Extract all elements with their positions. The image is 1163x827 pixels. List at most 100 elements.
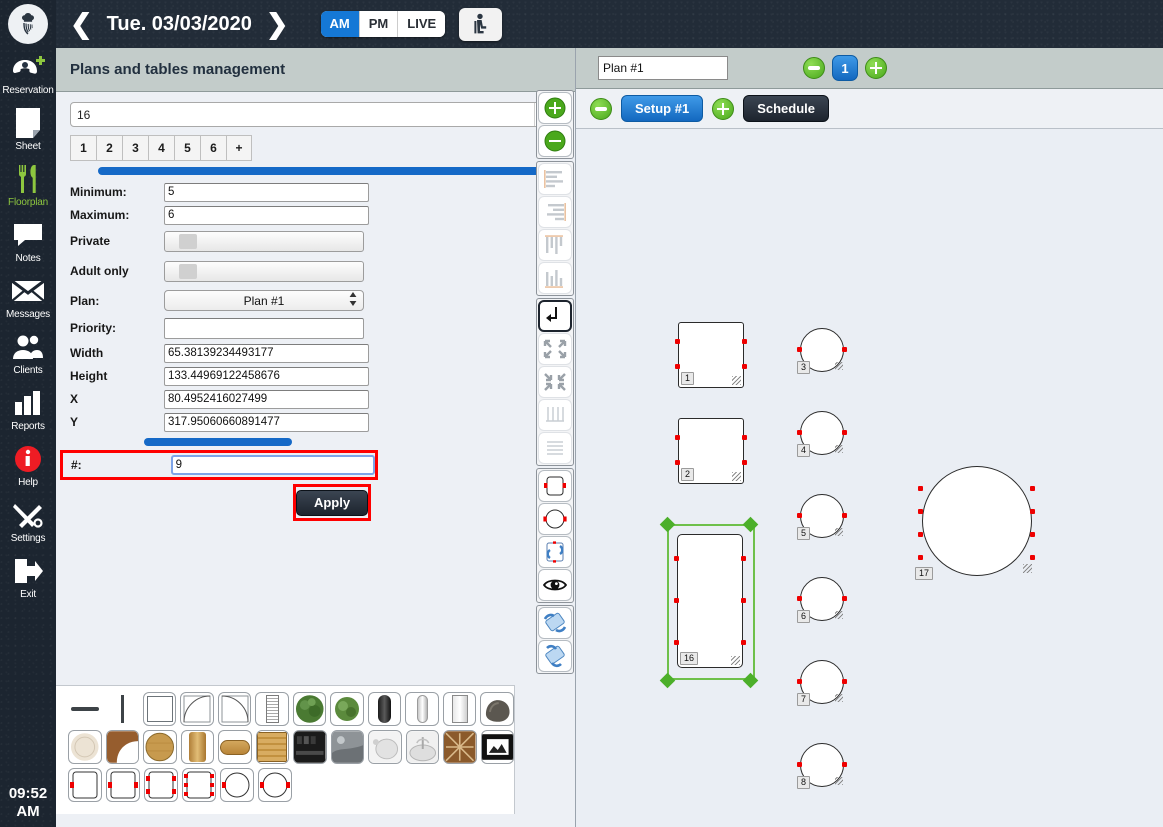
visibility-eye-icon[interactable] (538, 569, 572, 601)
align-bottom-icon[interactable] (538, 262, 572, 294)
sidebar-item-settings[interactable]: Settings (0, 492, 56, 548)
zoom-out-icon[interactable] (538, 125, 572, 157)
sidebar-item-exit[interactable]: Exit (0, 548, 56, 604)
flip-rotate-double-icon[interactable] (538, 607, 572, 639)
align-top-icon[interactable] (538, 229, 572, 261)
table-row[interactable]: 4 (797, 411, 847, 457)
sidebar-item-clients[interactable]: Clients (0, 324, 56, 380)
dark-post-swatch[interactable] (367, 692, 402, 726)
chef-hat-fingerprint-logo[interactable] (8, 4, 48, 44)
zoom-in-icon[interactable] (538, 92, 572, 124)
table-shape-rect[interactable]: 1 (678, 322, 744, 388)
snap-corner-icon[interactable] (538, 300, 572, 332)
x-input[interactable] (164, 389, 369, 409)
wood-square-swatch[interactable] (255, 730, 289, 764)
table-2-seat-swatch[interactable] (68, 768, 102, 802)
collapse-inward-icon[interactable] (538, 366, 572, 398)
wine-rack-swatch[interactable] (443, 730, 477, 764)
resize-grip-icon[interactable] (835, 528, 843, 536)
stairs-swatch[interactable] (255, 692, 289, 726)
sidebar-item-notes[interactable]: Notes (0, 212, 56, 268)
plan-name-input[interactable] (598, 56, 728, 80)
table-row[interactable]: 3 (797, 328, 847, 374)
segment-pm[interactable]: PM (359, 11, 399, 37)
seat-tab-3[interactable]: 3 (122, 135, 148, 161)
seat-tab-add[interactable]: + (226, 135, 252, 161)
setup-tab[interactable]: Setup #1 (621, 95, 704, 122)
priority-input[interactable] (164, 317, 364, 339)
table-row[interactable]: 1 (675, 322, 747, 388)
tree-large-swatch[interactable] (292, 692, 327, 726)
table-row[interactable]: 17 (915, 466, 1035, 580)
seat-range-slider[interactable] (98, 166, 561, 176)
square-blank-swatch[interactable] (142, 692, 177, 726)
resize-grip-icon[interactable] (835, 777, 843, 785)
rect-table-tool-icon[interactable] (538, 470, 572, 502)
resize-grip-icon[interactable] (835, 611, 843, 619)
wall-vertical-swatch[interactable] (105, 692, 139, 726)
plan-select[interactable]: Plan #1 (164, 290, 364, 311)
sidebar-item-reports[interactable]: Reports (0, 380, 56, 436)
next-day-button[interactable]: ❯ (252, 10, 303, 38)
column-swatch[interactable] (442, 692, 477, 726)
align-left-icon[interactable] (538, 163, 572, 195)
light-post-swatch[interactable] (405, 692, 439, 726)
plan-index-badge[interactable]: 1 (832, 55, 858, 81)
table-row[interactable]: 8 (797, 743, 847, 789)
table-select-combo[interactable]: 16 (70, 102, 561, 127)
table-shape-rect[interactable]: 2 (678, 418, 744, 484)
table-8-seat-swatch[interactable] (182, 768, 216, 802)
table-shape-circle[interactable]: 6 (797, 577, 844, 623)
seat-tab-5[interactable]: 5 (174, 135, 200, 161)
segment-am[interactable]: AM (320, 11, 360, 37)
sidebar-item-messages[interactable]: Messages (0, 268, 56, 324)
remove-plan-button[interactable] (803, 57, 825, 79)
stepper-arrows-icon[interactable] (349, 292, 357, 306)
resize-grip-icon[interactable] (732, 376, 741, 385)
corner-curve-b-swatch[interactable] (217, 692, 252, 726)
flip-rotate-single-icon[interactable] (538, 640, 572, 672)
apply-button[interactable]: Apply (296, 489, 368, 516)
remove-setup-button[interactable] (590, 97, 612, 120)
bar-dark-swatch[interactable] (293, 730, 327, 764)
corner-curve-a-swatch[interactable] (180, 692, 214, 726)
sidebar-item-reservation[interactable]: Reservation (0, 44, 56, 100)
seat-tab-1[interactable]: 1 (70, 135, 96, 161)
bar-metal-swatch[interactable] (330, 730, 364, 764)
add-plan-button[interactable] (865, 57, 887, 79)
maximum-input[interactable] (164, 205, 369, 225)
table-shape-circle[interactable]: 5 (797, 494, 844, 540)
table-shape-circle[interactable]: 17 (915, 466, 1032, 580)
align-right-icon[interactable] (538, 196, 572, 228)
seat-tab-4[interactable]: 4 (148, 135, 174, 161)
round-table-tool-icon[interactable] (538, 503, 572, 535)
table-row[interactable]: 16 (659, 516, 759, 689)
expand-outward-icon[interactable] (538, 333, 572, 365)
table-shape-rect[interactable]: 16 (677, 534, 743, 668)
table-row[interactable]: 5 (797, 494, 847, 540)
picture-frame-swatch[interactable] (480, 730, 514, 764)
distribute-horizontal-icon[interactable] (538, 399, 572, 431)
private-toggle[interactable] (164, 230, 364, 252)
sidebar-item-sheet[interactable]: Sheet (0, 100, 56, 156)
table-shape-circle[interactable]: 3 (797, 328, 844, 374)
sink-swatch[interactable] (368, 730, 402, 764)
table-4-seat-swatch[interactable] (106, 768, 140, 802)
floorplan-canvas[interactable]: 1 2 16 3 4 5 6 7 8 17 (576, 130, 1163, 827)
resize-grip-icon[interactable] (732, 472, 741, 481)
table-row[interactable]: 6 (797, 577, 847, 623)
table-row[interactable]: 2 (675, 418, 747, 484)
brown-corner-swatch[interactable] (105, 730, 139, 764)
table-shape-circle[interactable]: 4 (797, 411, 844, 457)
rock-swatch[interactable] (480, 692, 514, 726)
table-number-input[interactable] (170, 455, 375, 475)
resize-grip-icon[interactable] (835, 362, 843, 370)
distribute-vertical-icon[interactable] (538, 432, 572, 464)
prev-day-button[interactable]: ❮ (56, 10, 107, 38)
wood-narrow-swatch[interactable] (180, 730, 214, 764)
adult-only-toggle[interactable] (164, 260, 364, 282)
add-setup-button[interactable] (712, 97, 735, 120)
round-table-4-swatch[interactable] (258, 768, 292, 802)
seat-tab-6[interactable]: 6 (200, 135, 226, 161)
table-row[interactable]: 7 (797, 660, 847, 706)
